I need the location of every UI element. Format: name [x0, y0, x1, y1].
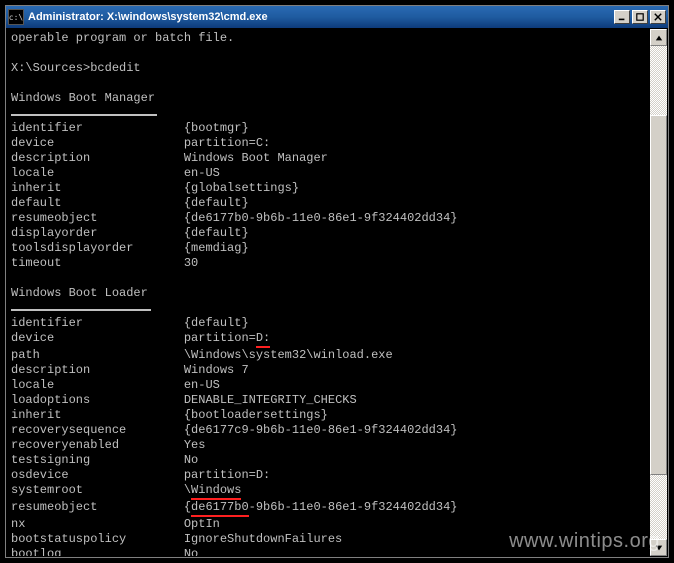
kv-key: nx: [11, 517, 25, 531]
kv-value: 30: [184, 256, 198, 270]
kv-key: bootstatuspolicy: [11, 532, 126, 546]
kv-value: {default}: [184, 316, 249, 330]
window-title: Administrator: X:\windows\system32\cmd.e…: [28, 11, 614, 23]
kv-key: inherit: [11, 181, 61, 195]
kv-key: testsigning: [11, 453, 90, 467]
kv-key: osdevice: [11, 468, 69, 482]
kv-value: -9b6b-11e0-86e1-9f324402dd34}: [249, 500, 458, 514]
kv-value: partition=: [184, 331, 256, 345]
kv-value: {de6177b0-9b6b-11e0-86e1-9f324402dd34}: [184, 211, 458, 225]
scroll-up-button[interactable]: [650, 29, 667, 46]
app-icon: c:\: [8, 9, 24, 25]
output-line: operable program or batch file.: [11, 31, 234, 45]
kv-key: recoverysequence: [11, 423, 126, 437]
kv-value: {: [184, 500, 191, 514]
kv-key: device: [11, 331, 54, 345]
separator: [11, 309, 151, 311]
kv-key: locale: [11, 378, 54, 392]
kv-value: No: [184, 453, 198, 467]
kv-key: default: [11, 196, 61, 210]
kv-key: locale: [11, 166, 54, 180]
kv-value: DENABLE_INTEGRITY_CHECKS: [184, 393, 357, 407]
section-title: Windows Boot Manager: [11, 91, 155, 105]
terminal-output[interactable]: operable program or batch file. X:\Sourc…: [7, 29, 650, 556]
kv-key: inherit: [11, 408, 61, 422]
kv-key: device: [11, 136, 54, 150]
maximize-button[interactable]: [632, 10, 648, 24]
kv-value: No: [184, 547, 198, 556]
kv-key: resumeobject: [11, 500, 97, 514]
kv-value: Yes: [184, 438, 206, 452]
command: bcdedit: [90, 61, 140, 75]
kv-value: en-US: [184, 378, 220, 392]
kv-key: systemroot: [11, 483, 83, 497]
kv-value: {bootloadersettings}: [184, 408, 328, 422]
kv-key: toolsdisplayorder: [11, 241, 133, 255]
minimize-button[interactable]: [614, 10, 630, 24]
kv-key: bootlog: [11, 547, 61, 556]
kv-value: OptIn: [184, 517, 220, 531]
kv-value: {memdiag}: [184, 241, 249, 255]
kv-value: Windows Boot Manager: [184, 151, 328, 165]
kv-value: en-US: [184, 166, 220, 180]
kv-key: loadoptions: [11, 393, 90, 407]
close-button[interactable]: [650, 10, 666, 24]
vertical-scrollbar[interactable]: [650, 29, 667, 556]
separator: [11, 114, 157, 116]
kv-key: recoveryenabled: [11, 438, 119, 452]
kv-value: \: [184, 483, 191, 497]
kv-value: partition=C:: [184, 136, 270, 150]
scroll-thumb[interactable]: [650, 115, 667, 475]
kv-value: {default}: [184, 226, 249, 240]
cmd-window: c:\ Administrator: X:\windows\system32\c…: [5, 5, 669, 558]
kv-key: description: [11, 363, 90, 377]
kv-key: resumeobject: [11, 211, 97, 225]
kv-value-highlight: de6177b0: [191, 500, 249, 517]
kv-value: {bootmgr}: [184, 121, 249, 135]
kv-value-highlight: Windows: [191, 483, 241, 500]
titlebar[interactable]: c:\ Administrator: X:\windows\system32\c…: [6, 6, 668, 28]
kv-value-highlight: D:: [256, 331, 270, 348]
kv-key: timeout: [11, 256, 61, 270]
section-title: Windows Boot Loader: [11, 286, 148, 300]
kv-value: Windows 7: [184, 363, 249, 377]
kv-value: \Windows\system32\winload.exe: [184, 348, 393, 362]
kv-value: IgnoreShutdownFailures: [184, 532, 342, 546]
kv-key: path: [11, 348, 40, 362]
kv-value: {default}: [184, 196, 249, 210]
kv-key: displayorder: [11, 226, 97, 240]
kv-key: identifier: [11, 121, 83, 135]
kv-value: {globalsettings}: [184, 181, 299, 195]
scroll-down-button[interactable]: [650, 539, 667, 556]
kv-value: {de6177c9-9b6b-11e0-86e1-9f324402dd34}: [184, 423, 458, 437]
kv-key: identifier: [11, 316, 83, 330]
prompt-path: X:\Sources>: [11, 61, 90, 75]
scroll-track[interactable]: [650, 46, 667, 539]
kv-value: partition=D:: [184, 468, 270, 482]
kv-key: description: [11, 151, 90, 165]
